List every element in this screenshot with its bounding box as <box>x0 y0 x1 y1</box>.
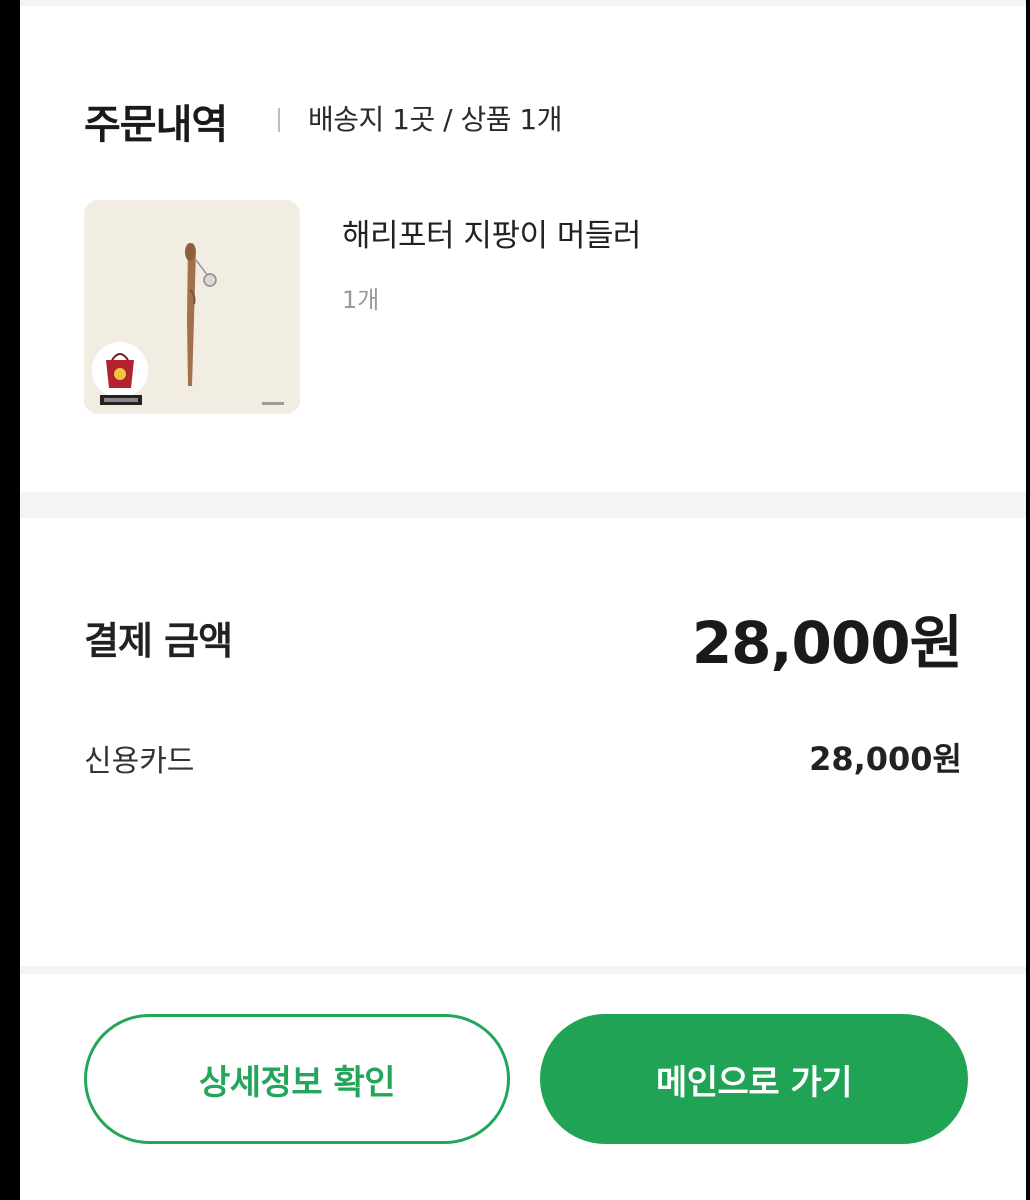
product-image[interactable] <box>84 200 300 414</box>
product-name[interactable]: 해리포터 지팡이 머들러 <box>342 210 641 255</box>
wand-muddler-illustration <box>84 200 300 414</box>
screen-edge-left <box>0 0 20 1200</box>
payment-amount-label: 결제 금액 <box>84 619 233 663</box>
title-divider <box>278 108 280 132</box>
order-history-section: 주문내역 배송지 1곳 / 상품 1개 해리포터 지팡이 머들러 1개 <box>20 6 1026 492</box>
payment-section: 결제 금액 28,000원 신용카드 28,000원 <box>20 518 1026 966</box>
order-history-title: 주문내역 <box>84 102 228 148</box>
payment-method-label: 신용카드 <box>84 744 195 779</box>
view-details-button[interactable]: 상세정보 확인 <box>84 1014 510 1144</box>
order-summary: 배송지 1곳 / 상품 1개 <box>308 103 563 136</box>
screen-edge-right <box>1026 0 1030 1200</box>
bottom-divider <box>20 966 1026 974</box>
payment-method-amount: 28,000원 <box>809 740 962 778</box>
product-quantity: 1개 <box>342 286 380 314</box>
section-divider <box>20 492 1026 518</box>
payment-total: 28,000원 <box>691 609 963 677</box>
go-to-main-button[interactable]: 메인으로 가기 <box>540 1014 968 1144</box>
